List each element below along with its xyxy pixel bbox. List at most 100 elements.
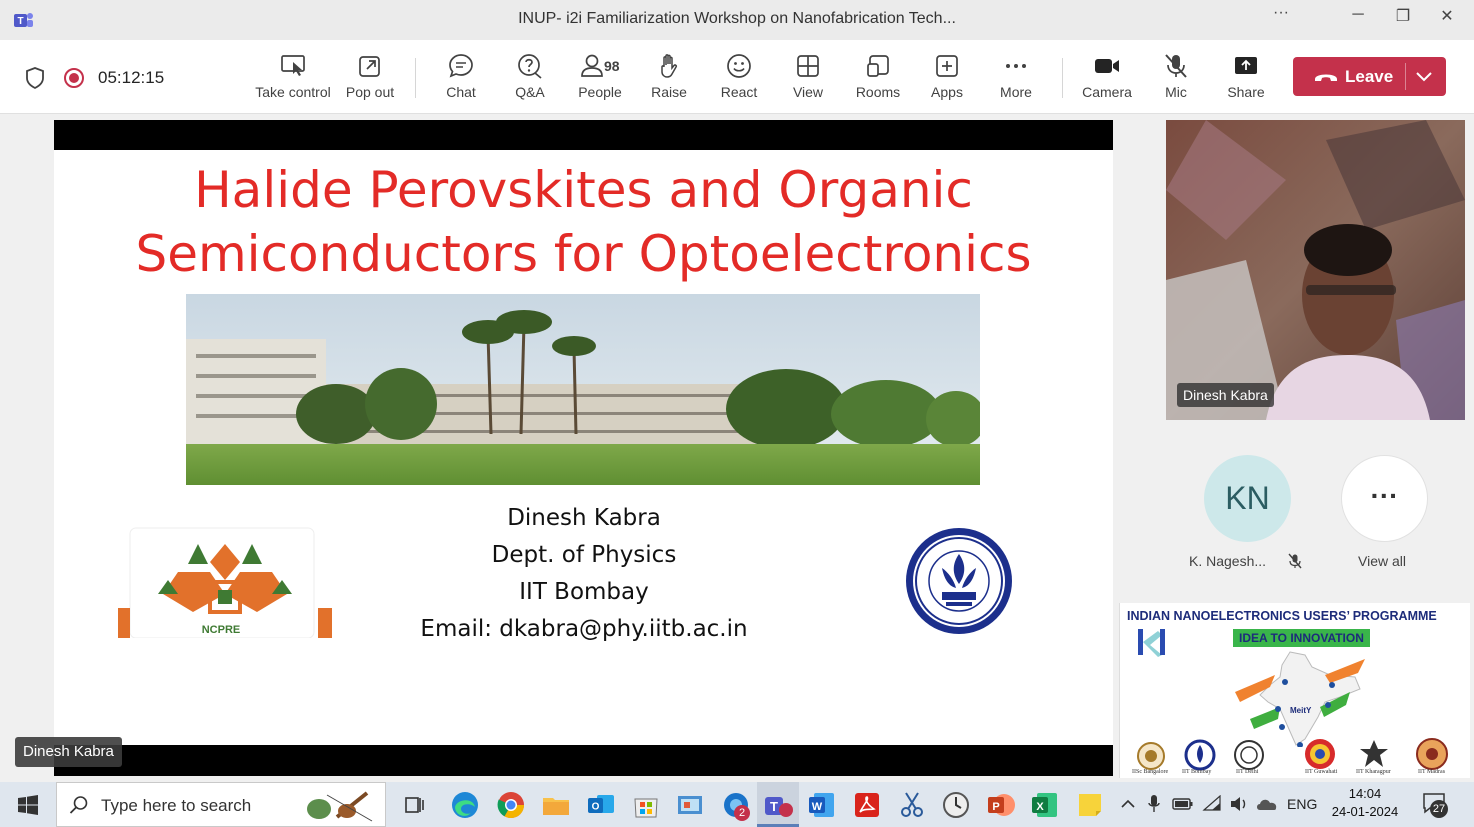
wifi-icon[interactable] bbox=[1202, 795, 1222, 813]
teams-taskbar-active[interactable]: T bbox=[757, 782, 799, 827]
meity-label: MeitY bbox=[1290, 706, 1312, 715]
tray-overflow-chevron-icon[interactable] bbox=[1120, 797, 1136, 811]
slide-title: Halide Perovskites and Organic Semicondu… bbox=[54, 158, 1113, 286]
minimize-button[interactable]: ─ bbox=[1343, 6, 1373, 24]
camera-button[interactable]: Camera bbox=[1069, 50, 1145, 106]
svg-text:W: W bbox=[812, 801, 823, 813]
pop-out-label: Pop out bbox=[345, 84, 395, 100]
search-icon bbox=[69, 796, 88, 814]
qa-button[interactable]: Q&A bbox=[492, 50, 568, 106]
window-more-button[interactable]: ··· bbox=[1266, 4, 1296, 22]
people-button[interactable]: 98 People bbox=[562, 50, 638, 106]
participant-video[interactable] bbox=[1166, 120, 1465, 420]
author-email: Email: dkabra@phy.iitb.ac.in bbox=[420, 616, 748, 642]
institute-label: IISc Bangalore bbox=[1132, 769, 1169, 775]
excel-icon[interactable]: X bbox=[1029, 789, 1061, 821]
title-bar: T INUP- i2i Familiarization Workshop on … bbox=[0, 0, 1474, 40]
campus-photo bbox=[186, 294, 980, 485]
onedrive-cloud-icon[interactable] bbox=[1255, 795, 1279, 813]
rooms-button[interactable]: Rooms bbox=[840, 50, 916, 106]
pop-out-button[interactable]: Pop out bbox=[332, 50, 408, 106]
leave-button[interactable]: Leave bbox=[1293, 57, 1446, 96]
shield-icon[interactable] bbox=[24, 66, 46, 90]
apps-button[interactable]: Apps bbox=[909, 50, 985, 106]
clock-time: 14:04 bbox=[1348, 786, 1382, 801]
taskbar-clock[interactable]: 14:04 24-01-2024 bbox=[1330, 785, 1400, 821]
presentation-slide: Halide Perovskites and Organic Semicondu… bbox=[54, 150, 1113, 745]
restore-button[interactable]: ❐ bbox=[1388, 6, 1418, 26]
sticky-notes-icon[interactable] bbox=[1074, 789, 1106, 821]
author-institute: IIT Bombay bbox=[519, 579, 649, 605]
presenter-name-tag: Dinesh Kabra bbox=[15, 737, 122, 767]
notification-count-badge: 27 bbox=[1430, 800, 1448, 818]
microsoft-store-icon[interactable] bbox=[630, 789, 662, 821]
raise-hand-button[interactable]: Raise bbox=[631, 50, 707, 106]
acrobat-icon[interactable] bbox=[851, 789, 883, 821]
windows-start-icon[interactable] bbox=[18, 795, 38, 815]
people-count-badge: 98 bbox=[604, 58, 620, 74]
iit-bombay-seal bbox=[906, 528, 1012, 634]
chat-button[interactable]: Chat bbox=[423, 50, 499, 106]
mic-button[interactable]: Mic bbox=[1138, 50, 1214, 106]
clock-app-icon[interactable] bbox=[940, 789, 972, 821]
shared-screen: Halide Perovskites and Organic Semicondu… bbox=[54, 120, 1113, 776]
share-button[interactable]: Share bbox=[1208, 50, 1284, 106]
teams-icon: T bbox=[765, 797, 793, 817]
participant-avatar[interactable]: KN bbox=[1204, 455, 1291, 542]
iitb-small-seal-icon bbox=[1184, 739, 1216, 771]
more-button[interactable]: More bbox=[978, 50, 1054, 106]
ncpre-logo: NCPRE bbox=[118, 527, 332, 638]
qa-icon bbox=[518, 54, 542, 79]
rooms-icon bbox=[867, 55, 889, 77]
author-department: Dept. of Physics bbox=[491, 542, 677, 568]
institute-label: IIT Madras bbox=[1418, 769, 1446, 775]
take-control-label: Take control bbox=[255, 84, 331, 100]
svg-text:P: P bbox=[992, 801, 999, 813]
powerpoint-icon[interactable]: P bbox=[985, 789, 1017, 821]
battery-icon[interactable] bbox=[1172, 796, 1194, 812]
participant-avatar-name: K. Nagesh... bbox=[1189, 553, 1267, 569]
taskbar-search-box[interactable]: Type here to search bbox=[56, 782, 386, 827]
view-all-button[interactable]: ··· bbox=[1341, 455, 1428, 542]
volume-icon[interactable] bbox=[1229, 795, 1249, 813]
snipping-tool-icon[interactable] bbox=[896, 789, 928, 821]
notification-center-button[interactable]: 27 bbox=[1422, 792, 1450, 818]
chrome-icon[interactable] bbox=[495, 789, 527, 821]
edge-icon[interactable] bbox=[449, 789, 481, 821]
outlook-app[interactable]: 2 bbox=[720, 789, 752, 821]
meeting-toolbar: 05:12:15 Take control Pop out Chat Q&A 9… bbox=[0, 40, 1474, 114]
iitd-seal-icon bbox=[1234, 740, 1264, 770]
language-indicator[interactable]: ENG bbox=[1287, 796, 1317, 812]
inup-title: INDIAN NANOELECTRONICS USERS’ PROGRAMME bbox=[1127, 609, 1437, 623]
react-label: React bbox=[720, 84, 758, 100]
chat-icon bbox=[449, 54, 473, 78]
smiley-icon bbox=[727, 54, 751, 78]
india-map-graphic: MeitY bbox=[1235, 651, 1365, 747]
mic-label: Mic bbox=[1165, 84, 1187, 100]
react-button[interactable]: React bbox=[701, 50, 777, 106]
view-button[interactable]: View bbox=[770, 50, 846, 106]
apps-label: Apps bbox=[931, 84, 963, 100]
control-panel-icon[interactable] bbox=[674, 789, 706, 821]
file-explorer-icon[interactable] bbox=[540, 789, 572, 821]
take-control-icon bbox=[281, 55, 305, 76]
apps-plus-icon bbox=[936, 55, 958, 77]
institute-label: IIT Bombay bbox=[1182, 769, 1212, 775]
people-label: People bbox=[578, 84, 622, 100]
task-view-icon[interactable] bbox=[398, 789, 430, 821]
tray-mic-icon[interactable] bbox=[1147, 794, 1161, 814]
recording-indicator-icon bbox=[64, 68, 84, 88]
svg-text:O: O bbox=[592, 802, 600, 813]
word-icon[interactable]: W bbox=[806, 789, 838, 821]
close-button[interactable]: ✕ bbox=[1432, 6, 1462, 26]
leave-label: Leave bbox=[1345, 67, 1394, 86]
outlook-new-icon[interactable]: O bbox=[585, 789, 617, 821]
take-control-button[interactable]: Take control bbox=[255, 50, 331, 106]
mic-muted-icon bbox=[1288, 553, 1302, 569]
mic-off-icon bbox=[1165, 54, 1187, 78]
chevron-down-icon[interactable] bbox=[1415, 69, 1433, 83]
share-label: Share bbox=[1227, 84, 1265, 100]
slide-title-line-1: Halide Perovskites and Organic bbox=[194, 161, 973, 219]
author-block: Dinesh Kabra Dept. of Physics IIT Bombay… bbox=[384, 500, 784, 648]
participant-video-name: Dinesh Kabra bbox=[1177, 383, 1274, 407]
